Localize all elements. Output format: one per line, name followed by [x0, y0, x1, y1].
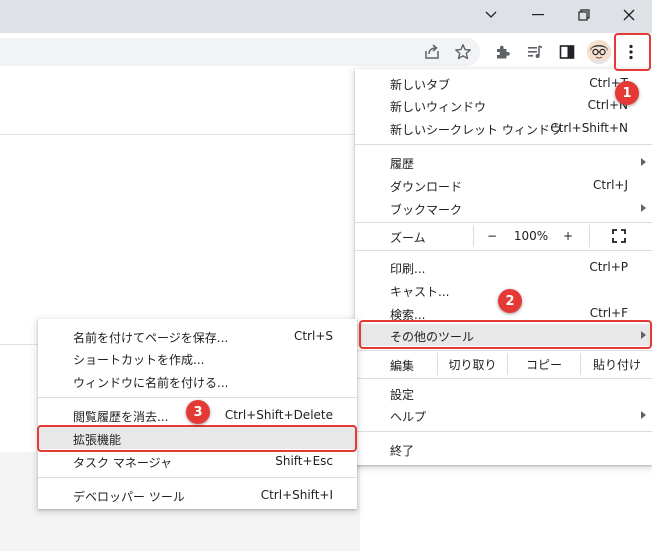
chevron-right-icon: [641, 158, 646, 166]
menu-item-label: ヘルプ: [390, 410, 427, 424]
zoom-out-button[interactable]: −: [480, 225, 504, 247]
menu-item-exit[interactable]: 終了: [355, 438, 652, 460]
menu-separator: [355, 144, 652, 145]
paste-label: 貼り付け: [592, 357, 641, 372]
reading-list-icon[interactable]: [523, 40, 547, 64]
menu-item-downloads[interactable]: ダウンロード Ctrl+J: [355, 174, 652, 196]
menu-item-label: 履歴: [390, 157, 415, 171]
copy-label: コピー: [525, 357, 562, 372]
menu-item-label: ショートカットを作成...: [73, 353, 205, 367]
menu-item-label: 新しいウィンドウ: [390, 100, 487, 114]
menu-item-label: 閲覧履歴を消去...: [73, 410, 169, 424]
menu-item-shortcut: Ctrl+Shift+I: [260, 488, 333, 502]
menu-item-label: 新しいシークレット ウィンドウ: [390, 123, 562, 137]
menu-item-label: 設定: [390, 388, 415, 402]
puzzle-icon[interactable]: [491, 40, 515, 64]
submenu-item-dev-tools[interactable]: デベロッパー ツール Ctrl+Shift+I: [38, 484, 357, 506]
menu-item-shortcut: Ctrl+J: [593, 178, 628, 192]
menu-item-label: ダウンロード: [390, 180, 463, 194]
fullscreen-icon[interactable]: [607, 225, 631, 247]
menu-item-history[interactable]: 履歴: [355, 151, 652, 173]
menu-item-shortcut: Ctrl+S: [293, 329, 333, 343]
menu-item-help[interactable]: ヘルプ: [355, 404, 652, 426]
menu-separator: [355, 350, 652, 351]
annotation-badge-2: 2: [498, 289, 522, 313]
page-divider: [0, 134, 355, 135]
submenu-item-name-window[interactable]: ウィンドウに名前を付ける...: [38, 370, 357, 392]
zoom-out-label: −: [486, 229, 498, 243]
annotation-box-more-tools: [359, 320, 652, 349]
menu-item-settings[interactable]: 設定: [355, 382, 652, 404]
zoom-level: 100%: [510, 225, 552, 247]
restore-icon[interactable]: [561, 0, 607, 30]
avatar[interactable]: [587, 40, 611, 64]
zoom-divider: [589, 225, 590, 247]
copy-button[interactable]: コピー: [507, 353, 580, 375]
menu-separator: [38, 477, 357, 478]
zoom-in-button[interactable]: +: [556, 225, 580, 247]
menu-separator: [38, 397, 357, 398]
cut-button[interactable]: 切り取り: [437, 353, 507, 375]
menu-item-shortcut: Ctrl+Shift+Delete: [224, 408, 333, 422]
menu-item-shortcut: Ctrl+Shift+N: [550, 121, 628, 135]
chrome-main-menu: 新しいタブ Ctrl+T 新しいウィンドウ Ctrl+N 新しいシークレット ウ…: [355, 69, 652, 465]
close-icon[interactable]: [606, 0, 652, 30]
minimize-icon[interactable]: [515, 0, 561, 30]
menu-item-shortcut: Ctrl+P: [589, 260, 628, 274]
title-bar: [0, 0, 652, 33]
paste-button[interactable]: 貼り付け: [580, 353, 652, 375]
page-divider: [0, 344, 40, 345]
annotation-box-menu-button: [614, 33, 651, 71]
menu-item-new-window[interactable]: 新しいウィンドウ Ctrl+N: [355, 94, 652, 116]
submenu-item-save-page[interactable]: 名前を付けてページを保存... Ctrl+S: [38, 325, 357, 347]
cut-label: 切り取り: [448, 357, 497, 372]
menu-item-print[interactable]: 印刷... Ctrl+P: [355, 256, 652, 278]
menu-item-new-tab[interactable]: 新しいタブ Ctrl+T: [355, 72, 652, 94]
annotation-badge-3: 3: [186, 400, 210, 424]
address-bar[interactable]: [0, 38, 480, 66]
menu-item-new-incognito[interactable]: 新しいシークレット ウィンドウ Ctrl+Shift+N: [355, 117, 652, 139]
menu-separator: [355, 431, 652, 432]
star-icon[interactable]: [451, 40, 475, 64]
chevron-right-icon: [641, 204, 646, 212]
menu-item-label: 新しいタブ: [390, 78, 451, 92]
menu-item-shortcut: Ctrl+F: [589, 306, 628, 320]
zoom-in-label: +: [562, 229, 574, 243]
annotation-badge-1: 1: [615, 81, 639, 105]
side-panel-icon[interactable]: [555, 40, 579, 64]
menu-item-bookmarks[interactable]: ブックマーク: [355, 197, 652, 219]
menu-separator: [355, 378, 652, 379]
share-icon[interactable]: [420, 40, 444, 64]
chevron-down-icon[interactable]: [468, 0, 514, 30]
menu-item-label: ブックマーク: [390, 203, 463, 217]
menu-item-label: 印刷...: [390, 262, 426, 276]
menu-separator: [355, 222, 652, 223]
menu-item-label: ウィンドウに名前を付ける...: [73, 376, 229, 390]
menu-item-label: キャスト...: [390, 285, 450, 299]
menu-item-label: デベロッパー ツール: [73, 490, 185, 504]
zoom-value: 100%: [513, 229, 549, 243]
submenu-item-create-shortcut[interactable]: ショートカットを作成...: [38, 347, 357, 369]
menu-separator: [355, 250, 652, 251]
menu-item-label: 名前を付けてページを保存...: [73, 331, 229, 345]
chevron-right-icon: [641, 411, 646, 419]
submenu-item-task-manager[interactable]: タスク マネージャ Shift+Esc: [38, 450, 357, 472]
menu-item-label: タスク マネージャ: [73, 456, 172, 470]
menu-item-label: 終了: [390, 444, 415, 458]
menu-item-label: ズーム: [390, 231, 426, 245]
zoom-divider: [473, 225, 474, 247]
menu-item-label: 編集: [390, 359, 415, 373]
annotation-box-extensions: [37, 425, 357, 452]
menu-item-shortcut: Shift+Esc: [275, 454, 333, 468]
